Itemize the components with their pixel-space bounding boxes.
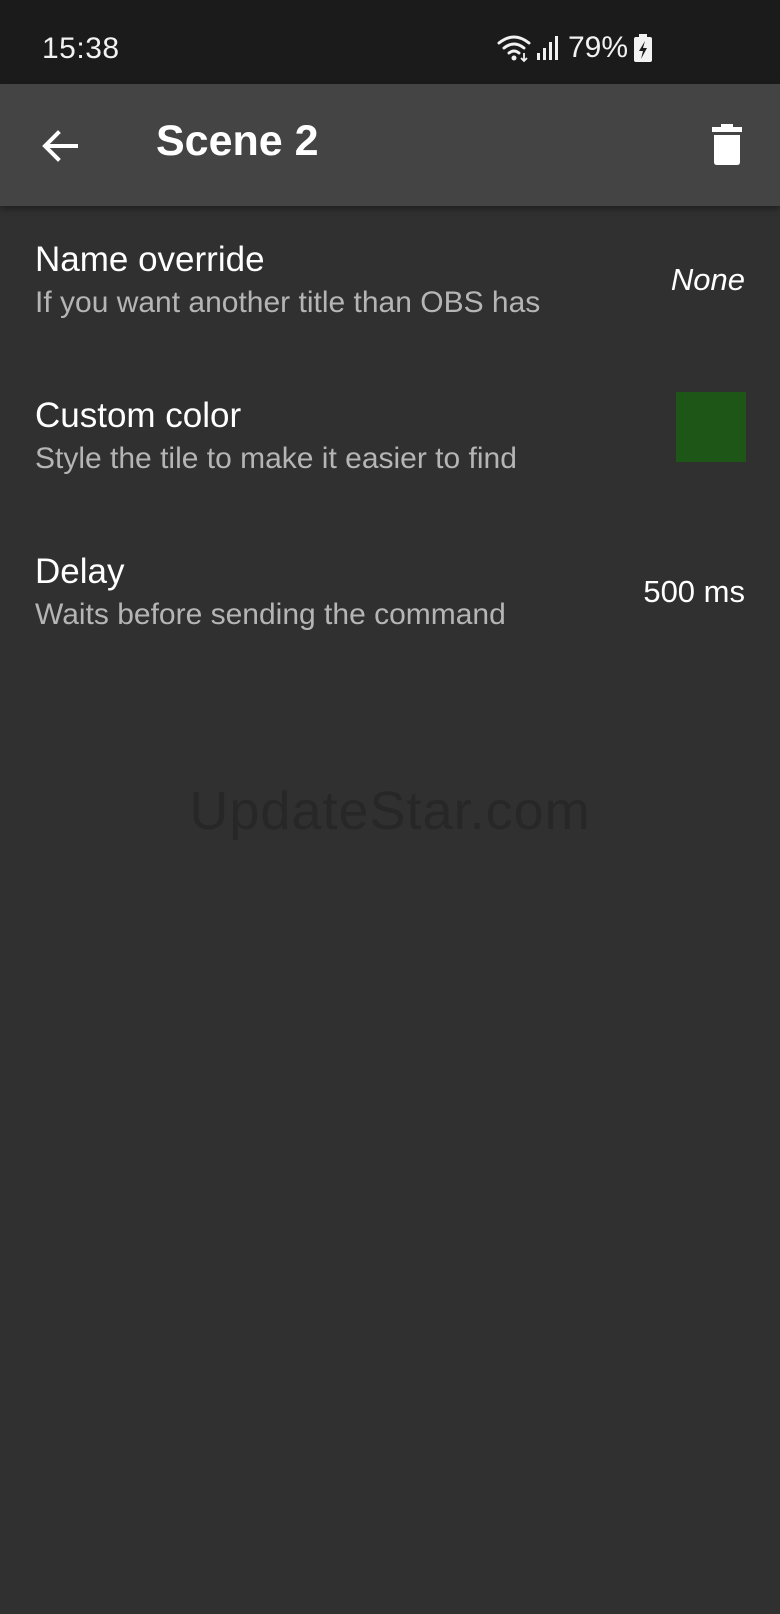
wifi-icon (497, 35, 531, 63)
delete-button[interactable] (700, 118, 754, 172)
back-button[interactable] (34, 120, 86, 172)
signal-icon (536, 36, 558, 60)
status-bar: 15:38 79% (0, 0, 780, 84)
status-icons: 79% (496, 30, 654, 66)
setting-title: Custom color (35, 396, 242, 435)
battery-charging-icon (634, 34, 652, 62)
delay-value: 500 ms (643, 574, 745, 609)
setting-name-override[interactable]: Name override If you want another title … (0, 206, 780, 362)
settings-screen: 15:38 79% Scene 2 Name override If you w… (0, 0, 780, 1614)
setting-subtitle: Waits before sending the command (35, 598, 506, 631)
trash-icon (712, 124, 742, 165)
setting-title: Name override (35, 240, 265, 279)
setting-delay[interactable]: Delay Waits before sending the command 5… (0, 518, 780, 674)
battery-percent: 79% (567, 31, 628, 64)
page-title: Scene 2 (156, 117, 319, 165)
arrow-back-icon (42, 130, 78, 162)
watermark: UpdateStar.com (189, 781, 591, 841)
setting-custom-color[interactable]: Custom color Style the tile to make it e… (0, 362, 780, 518)
setting-subtitle: Style the tile to make it easier to find (35, 442, 517, 475)
setting-subtitle: If you want another title than OBS has (35, 286, 541, 319)
status-time: 15:38 (42, 32, 120, 65)
color-swatch[interactable] (676, 392, 746, 462)
setting-title: Delay (35, 552, 125, 591)
name-override-value: None (670, 262, 745, 297)
app-bar: Scene 2 (0, 84, 780, 206)
settings-list: Name override If you want another title … (0, 206, 780, 674)
